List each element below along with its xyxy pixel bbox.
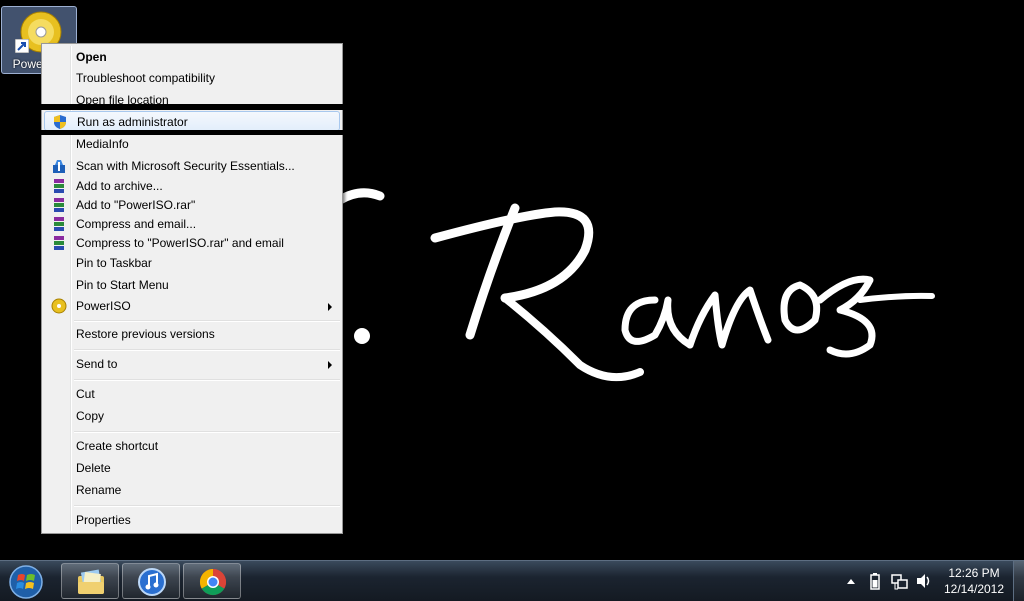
menu-item-label: Cut [76, 387, 95, 401]
menu-item-label: Scan with Microsoft Security Essentials.… [76, 159, 295, 173]
menu-item-pin-to-start-menu[interactable]: Pin to Start Menu [44, 275, 340, 295]
start-button[interactable] [6, 563, 46, 599]
menu-item-label: Compress and email... [76, 217, 197, 231]
menu-item-label: Copy [76, 409, 105, 423]
menu-separator [74, 349, 340, 351]
menu-item-label: Restore previous versions [76, 327, 215, 341]
menu-item-send-to[interactable]: Send to [44, 354, 340, 374]
winrar-icon [54, 236, 64, 250]
menu-item-poweriso[interactable]: PowerISO [44, 296, 340, 316]
menu-item-label: Pin to Start Menu [76, 278, 169, 292]
menu-item-mediainfo[interactable]: MediaInfo [44, 134, 340, 154]
menu-item-pin-to-taskbar[interactable]: Pin to Taskbar [44, 253, 340, 273]
render-artifact-band [41, 130, 343, 135]
submenu-arrow-icon [328, 303, 332, 311]
menu-item-run-as-admin[interactable]: Run as administrator [44, 111, 340, 131]
menu-item-compress-to-rar-email[interactable]: Compress to "PowerISO.rar" and email [44, 233, 340, 253]
winrar-icon [54, 179, 64, 193]
menu-item-cut[interactable]: Cut [44, 384, 340, 404]
menu-item-scan-security-essentials[interactable]: Scan with Microsoft Security Essentials.… [44, 156, 340, 176]
menu-item-label: Run as administrator [77, 115, 188, 129]
menu-item-copy[interactable]: Copy [44, 406, 340, 426]
system-clock[interactable]: 12:26 PM 12/14/2012 [938, 565, 1010, 597]
shortcut-arrow-icon [15, 39, 29, 53]
menu-item-label: Add to "PowerISO.rar" [76, 198, 196, 212]
menu-item-label: MediaInfo [76, 137, 129, 151]
menu-item-label: Properties [76, 513, 131, 527]
menu-separator [74, 320, 340, 322]
clock-date: 12/14/2012 [943, 582, 1005, 596]
menu-separator [74, 431, 340, 433]
menu-item-properties[interactable]: Properties [44, 510, 340, 530]
menu-separator [74, 505, 340, 507]
battery-icon[interactable] [868, 561, 882, 601]
chrome-icon [199, 568, 227, 596]
show-hidden-icons-icon[interactable] [845, 561, 857, 601]
menu-item-label: Troubleshoot compatibility [76, 71, 215, 85]
menu-item-open[interactable]: Open [44, 47, 340, 67]
menu-item-label: Rename [76, 483, 122, 497]
winrar-icon [54, 217, 64, 231]
taskbar-explorer-button[interactable] [61, 563, 119, 599]
menu-item-label: Open [76, 50, 107, 64]
folder-icon [78, 569, 104, 594]
menu-item-compress-and-email[interactable]: Compress and email... [44, 214, 340, 234]
volume-icon[interactable] [915, 561, 933, 601]
menu-item-troubleshoot[interactable]: Troubleshoot compatibility [44, 68, 340, 88]
context-menu: Open Troubleshoot compatibility Open fil… [41, 43, 343, 534]
taskbar-chrome-button[interactable] [183, 563, 241, 599]
menu-item-label: Pin to Taskbar [76, 256, 152, 270]
security-essentials-icon [53, 160, 65, 173]
menu-item-label: Delete [76, 461, 111, 475]
render-artifact-band [41, 104, 343, 110]
menu-item-rename[interactable]: Rename [44, 480, 340, 500]
menu-item-label: Compress to "PowerISO.rar" and email [76, 236, 284, 250]
menu-item-label: Send to [76, 357, 118, 371]
menu-item-restore-previous-versions[interactable]: Restore previous versions [44, 324, 340, 344]
submenu-arrow-icon [328, 361, 332, 369]
show-desktop-button[interactable] [1013, 561, 1024, 601]
menu-item-delete[interactable]: Delete [44, 458, 340, 478]
menu-item-label: PowerISO [76, 299, 131, 313]
clock-time: 12:26 PM [948, 566, 1000, 580]
winrar-icon [54, 198, 64, 212]
menu-item-add-to-archive[interactable]: Add to archive... [44, 176, 340, 196]
menu-separator [74, 379, 340, 381]
poweriso-icon [51, 298, 67, 314]
menu-item-create-shortcut[interactable]: Create shortcut [44, 436, 340, 456]
menu-item-label: Create shortcut [76, 439, 159, 453]
menu-item-add-to-rar[interactable]: Add to "PowerISO.rar" [44, 195, 340, 215]
menu-item-label: Add to archive... [76, 179, 163, 193]
taskbar-itunes-button[interactable] [122, 563, 180, 599]
uac-shield-icon [54, 115, 66, 129]
itunes-icon [138, 568, 166, 596]
taskbar: 12:26 PM 12/14/2012 [0, 560, 1024, 601]
network-icon[interactable] [890, 561, 908, 601]
